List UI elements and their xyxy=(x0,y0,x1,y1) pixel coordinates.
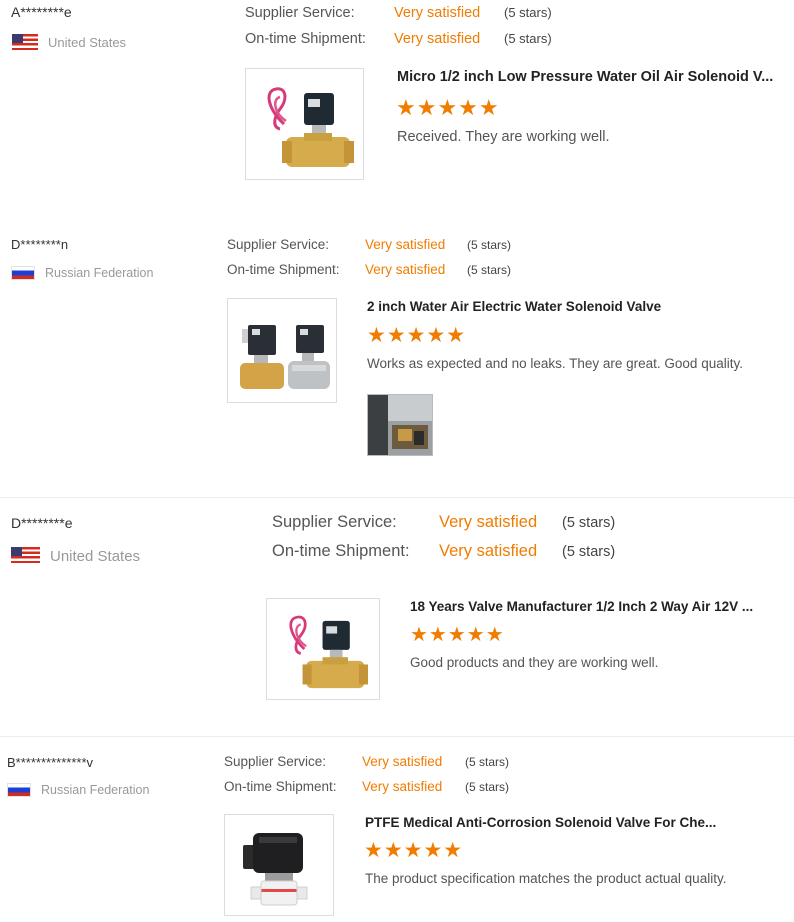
product-title-link[interactable]: Micro 1/2 inch Low Pressure Water Oil Ai… xyxy=(397,69,789,85)
shipment-label: On-time Shipment: xyxy=(272,542,410,560)
review-divider xyxy=(0,497,794,498)
ru-flag-icon xyxy=(11,266,35,280)
supplier-service-stars: (5 stars) xyxy=(504,5,552,20)
review-comment: Good products and they are working well. xyxy=(410,655,659,670)
shipment-value: Very satisfied xyxy=(439,542,538,560)
solenoid-valve-pair-image xyxy=(240,325,330,389)
shipment-label: On-time Shipment: xyxy=(245,31,366,47)
review-card: B**************v Russian Federation Supp… xyxy=(0,740,794,922)
reviewer-country: United States xyxy=(11,547,140,565)
shipment-value: Very satisfied xyxy=(362,779,443,794)
country-label: Russian Federation xyxy=(45,266,154,280)
review-card: D********e United States Supplier Servic… xyxy=(0,500,794,735)
review-card: A********e United States Supplier Servic… xyxy=(0,0,794,225)
shipment-rating: On-time Shipment: Very satisfied (5 stars) xyxy=(227,262,511,277)
supplier-service-label: Supplier Service: xyxy=(272,513,397,531)
supplier-service-label: Supplier Service: xyxy=(224,754,327,769)
reviewer-country: United States xyxy=(12,34,126,50)
ptfe-solenoid-valve-image xyxy=(243,833,308,906)
shipment-stars: (5 stars) xyxy=(465,780,510,794)
star-rating: ★★★★★ xyxy=(364,839,464,862)
supplier-service-rating: Supplier Service: Very satisfied (5 stars) xyxy=(224,754,509,769)
shipment-rating: On-time Shipment: Very satisfied (5 stars) xyxy=(245,31,552,47)
star-rating: ★★★★★ xyxy=(410,624,505,646)
country-label: United States xyxy=(50,547,141,565)
review-comment: Works as expected and no leaks. They are… xyxy=(367,356,743,371)
product-thumbnail[interactable] xyxy=(266,598,380,700)
shipment-rating: On-time Shipment: Very satisfied (5 stars) xyxy=(272,542,615,561)
product-thumbnail[interactable] xyxy=(227,298,337,403)
supplier-service-stars: (5 stars) xyxy=(467,238,512,252)
product-title-link[interactable]: 18 Years Valve Manufacturer 1/2 Inch 2 W… xyxy=(410,599,788,614)
brass-solenoid-valve-image xyxy=(267,87,354,167)
product-thumbnail[interactable] xyxy=(224,814,334,916)
supplier-service-value: Very satisfied xyxy=(439,513,538,531)
reviewer-name: D********e xyxy=(11,515,73,531)
shipment-value: Very satisfied xyxy=(365,262,446,277)
country-label: Russian Federation xyxy=(41,783,150,797)
us-flag-icon xyxy=(11,547,40,565)
product-title-link[interactable]: PTFE Medical Anti-Corrosion Solenoid Val… xyxy=(365,815,785,830)
supplier-service-label: Supplier Service: xyxy=(245,5,355,21)
shipment-label: On-time Shipment: xyxy=(227,262,340,277)
supplier-service-value: Very satisfied xyxy=(362,754,443,769)
supplier-service-value: Very satisfied xyxy=(394,5,481,21)
us-flag-icon xyxy=(12,34,38,50)
reviewer-name: A********e xyxy=(11,4,72,20)
reviewer-country: Russian Federation xyxy=(11,266,153,280)
customer-photo-image xyxy=(368,395,432,455)
product-thumbnail[interactable] xyxy=(245,68,364,180)
shipment-stars: (5 stars) xyxy=(562,544,616,560)
supplier-service-stars: (5 stars) xyxy=(465,755,510,769)
review-comment: Received. They are working well. xyxy=(397,129,610,145)
reviewer-name: D********n xyxy=(11,237,69,252)
star-rating: ★★★★★ xyxy=(367,324,467,347)
supplier-service-value: Very satisfied xyxy=(365,237,446,252)
country-label: United States xyxy=(48,34,127,50)
review-photo-thumbnail[interactable] xyxy=(367,394,433,456)
ru-flag-icon xyxy=(7,783,31,797)
supplier-service-rating: Supplier Service: Very satisfied (5 stars) xyxy=(227,237,511,252)
product-title-link[interactable]: 2 inch Water Air Electric Water Solenoid… xyxy=(367,299,787,314)
review-comment: The product specification matches the pr… xyxy=(365,871,727,886)
reviewer-name: B**************v xyxy=(7,755,93,770)
brass-solenoid-valve-image xyxy=(289,615,368,689)
shipment-stars: (5 stars) xyxy=(467,263,512,277)
shipment-rating: On-time Shipment: Very satisfied (5 stars) xyxy=(224,779,509,794)
star-rating: ★★★★★ xyxy=(396,95,500,120)
review-card: D********n Russian Federation Supplier S… xyxy=(0,230,794,495)
shipment-label: On-time Shipment: xyxy=(224,779,337,794)
shipment-stars: (5 stars) xyxy=(504,31,552,46)
supplier-service-stars: (5 stars) xyxy=(562,515,616,531)
reviewer-country: Russian Federation xyxy=(7,783,149,797)
review-divider xyxy=(0,736,794,737)
supplier-service-label: Supplier Service: xyxy=(227,237,330,252)
supplier-service-rating: Supplier Service: Very satisfied (5 stars) xyxy=(272,513,615,532)
supplier-service-rating: Supplier Service: Very satisfied (5 stars) xyxy=(245,5,552,21)
shipment-value: Very satisfied xyxy=(394,31,481,47)
